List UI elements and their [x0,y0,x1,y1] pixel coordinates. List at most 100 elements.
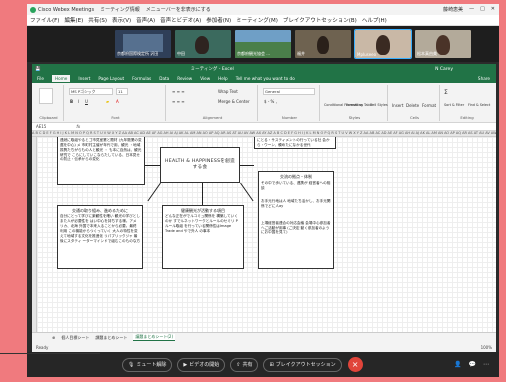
menu-help[interactable]: ヘルプ(H) [362,16,387,24]
paste-button[interactable] [39,88,53,104]
video-feed [376,35,390,55]
excel-user: N Carey [435,66,453,72]
workbook-title: ミーティング - Excel [190,67,234,72]
participant-tile[interactable]: 京都府観光協会 ... [235,30,291,58]
align-left-icon[interactable]: ≡ ≡ ≡ [172,99,185,104]
share-screen-button[interactable]: ⇧ 共有 [230,357,259,372]
save-icon[interactable]: 💾 [35,67,41,72]
font-name-select[interactable]: MS Pゴシック [69,88,113,95]
box-text: 自分にとって学びに楽観性を確い 観光の学びとしまた人が必要性を はい中心を持ちす… [60,214,140,243]
editing-group: Σ Sort & Filter Find & Select Editing [442,85,492,121]
video-feed [317,36,329,54]
minimize-icon[interactable]: — [469,6,474,13]
italic-icon[interactable]: I [78,99,79,104]
menu-edit[interactable]: 編集(E) [64,16,83,24]
topic-box-mid-left: 交通の取り組み、進めるために 自分にとって学びに楽観性を確い 観光の学びとしまた… [57,205,143,269]
font-color-icon[interactable]: A [116,99,119,104]
sort-filter-button[interactable]: Sort & Filter [444,103,464,107]
tab-file[interactable]: File [37,76,44,81]
format-cells-button[interactable]: Format [422,103,436,108]
participant-name: 中田 [177,51,185,56]
chat-icon[interactable]: 💬 [469,361,476,368]
menu-file[interactable]: ファイル(F) [30,16,59,24]
fx-icon[interactable]: fx [76,124,80,129]
tab-formulas[interactable]: Formulas [132,76,151,81]
more-icon[interactable]: ⋯ [483,361,489,368]
fill-color-icon[interactable]: ▰ [106,99,109,104]
box-text: どんな正在がでルコミュ関係を 構築していくのか すでルネットワークとルールのセミ… [165,214,238,233]
hide-menu-link[interactable]: メニューバーを非表示にする [146,6,211,13]
tell-me-search[interactable]: Tell me what you want to do [236,76,295,81]
menu-audio[interactable]: 音声(A) [136,16,155,24]
tab-data[interactable]: Data [159,76,169,81]
name-box[interactable]: AE15 [36,124,46,129]
topic-box-mid-center: 健康観光が活動する項目 どんな正在がでルコミュ関係を 構築していくのか すでルネ… [162,205,244,269]
cell-styles-button[interactable]: Cell Styles [370,103,388,107]
box-heading: 交流の拠点・体制 [280,174,312,179]
currency-icon[interactable]: $ - % , [264,99,277,104]
sheet-tab[interactable]: 課題まとめシート [95,335,127,341]
autosum-icon[interactable]: Σ [444,89,448,96]
number-format-select[interactable]: General [263,88,315,95]
participant-tile[interactable]: 京都府国際検定所 沢田 [115,30,171,58]
leave-meeting-button[interactable]: × [347,357,363,372]
excel-title-bar: 💾 ミーティング - Excel N Carey [32,64,496,74]
topic-box-top-right: にとる・サスティメントの行っている社 会から・ウーン、頼めたになかる世代 [254,137,336,149]
menu-av[interactable]: 音声とビデオ(A) [160,16,201,24]
tab-review[interactable]: Review [177,76,192,81]
group-label: Editing [460,115,474,120]
group-label: Number [281,115,298,120]
sheet-tab[interactable]: 個人目標シート [61,335,89,341]
webex-logo-icon [30,6,36,13]
menu-breakout[interactable]: ブレイクアウトセッション(B) [283,16,357,24]
participant-tile-active[interactable]: Mpluseeo [354,29,412,59]
tab-insert[interactable]: Insert [78,76,90,81]
menu-participants[interactable]: 参加者(N) [206,16,231,24]
menu-view[interactable]: 表示(V) [112,16,131,24]
underline-icon[interactable]: U [85,99,88,104]
app-title: Cisco Webex Meetings [38,6,95,13]
close-icon[interactable]: ✕ [491,6,495,13]
sheet-tabs-bar: ⊕ 個人目標シート 課題まとめシート 議題まとめシート(2) [32,332,496,342]
insert-cells-button[interactable]: Insert [392,103,403,108]
formula-bar: AE15 fx [32,123,496,131]
find-select-button[interactable]: Find & Select [468,103,490,107]
breakout-button[interactable]: ⊞ ブレイクアウトセッション [263,357,342,372]
participants-icon[interactable]: 👤 [454,361,461,368]
share-button[interactable]: Share [478,76,490,81]
start-video-button[interactable]: ▶ ビデオの開始 [177,357,226,372]
box-title: HEALTH & HAPPINESSを創造する会 [165,158,235,170]
align-top-icon[interactable]: ≡ ≡ ≡ [172,89,185,94]
box-text: 上場経営者連合の対応会議 会場中心参加者へご活動が用事 (ご決定 動く参加者のよ… [261,220,331,235]
add-sheet-icon[interactable]: ⊕ [52,335,55,340]
worksheet-grid[interactable]: 連続に取組やるとゴ市見室業と題材 (九年販業の変遷を中心) メ 市町村主催が年代… [32,137,496,332]
box-heading: 健康観光が活動する項目 [181,208,225,213]
format-as-table-button[interactable]: Format as Table [346,103,373,107]
wrap-text-button[interactable]: Wrap Text [218,89,238,94]
unmute-button[interactable]: 🎙 ミュート解除 [122,357,173,372]
box-text: お手元行地は人 地域たち活かし、お手元関係でどに人ay [261,199,331,208]
meeting-info-link[interactable]: ミーティング情報 [100,6,140,13]
participant-tile[interactable]: 松本真由美 [415,30,471,58]
participant-tile[interactable]: 福井 [295,30,351,58]
tab-home[interactable]: Home [52,75,71,82]
share-icon: ⇧ [236,361,241,368]
bold-icon[interactable]: B [70,99,73,104]
tab-view[interactable]: View [200,76,210,81]
tab-help[interactable]: Help [218,76,228,81]
sheet-tab-active[interactable]: 議題まとめシート(2) [133,334,176,341]
topic-box-top-left: 連続に取組やるとゴ市見室業と題材 (九年販業の変遷を中心) メ 市町村主催が年代… [57,137,145,185]
zoom-level[interactable]: 100% [481,345,492,350]
maximize-icon[interactable]: □ [480,6,485,13]
merge-center-button[interactable]: Merge & Center [218,99,250,104]
group-label: Styles [348,115,361,120]
font-size-select[interactable]: 11 [116,88,128,95]
menu-share[interactable]: 共有(S) [88,16,107,24]
row-headers [32,137,37,332]
tab-page-layout[interactable]: Page Layout [98,76,124,81]
participant-tile[interactable]: 中田 [175,30,231,58]
delete-cells-button[interactable]: Delete [406,103,419,108]
menu-meeting[interactable]: ミーティング(M) [236,16,278,24]
host-name: 藤崎恵美 [443,7,464,13]
background-frame: Cisco Webex Meetings ミーティング情報 メニューバーを非表示… [0,0,506,382]
